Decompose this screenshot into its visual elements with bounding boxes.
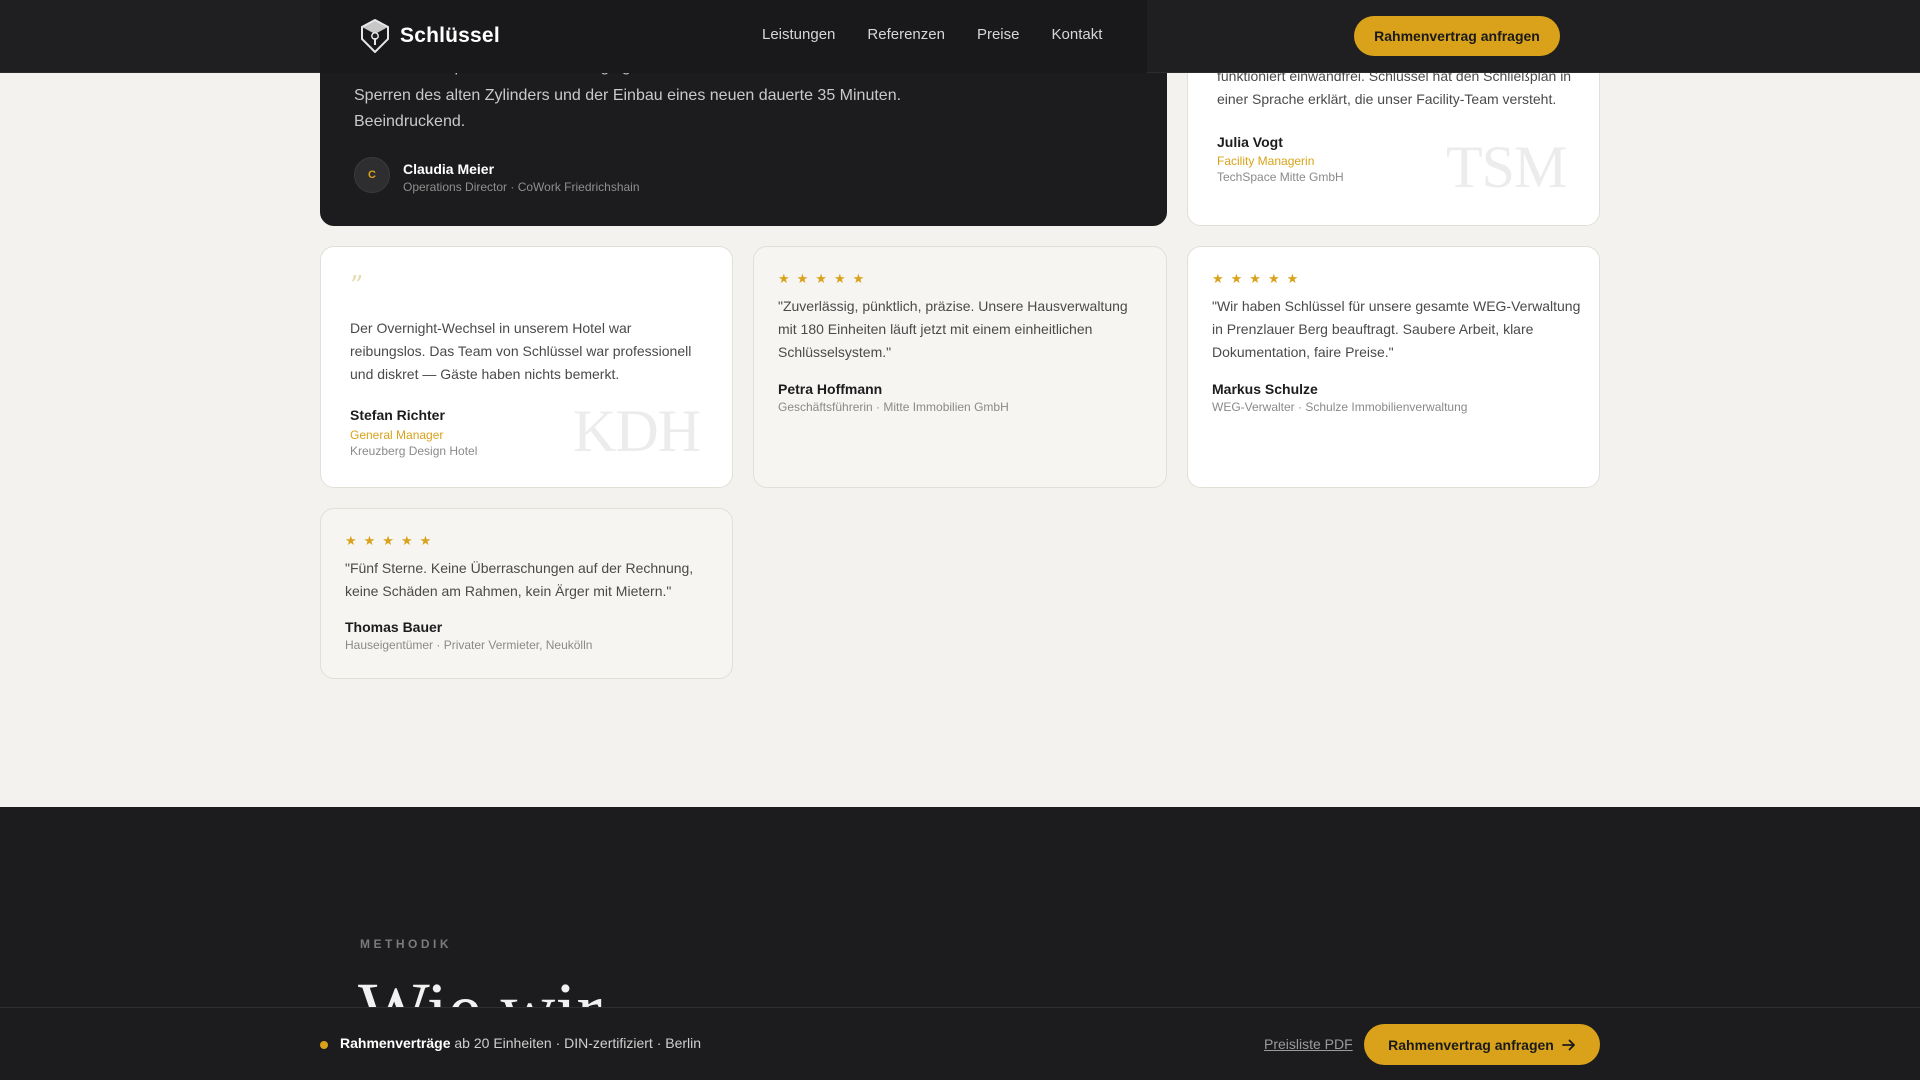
avatar: C	[354, 157, 390, 193]
bottombar-strong: Rahmenverträge	[340, 1035, 451, 1051]
nav-link-leistungen[interactable]: Leistungen	[762, 26, 835, 43]
author-meta: Geschäftsführerin · Mitte Immobilien Gmb…	[778, 400, 1009, 414]
nav-link-referenzen[interactable]: Referenzen	[867, 26, 945, 43]
company-monogram: KDH	[573, 398, 701, 464]
sticky-cta-bar: Rahmenverträge ab 20 Einheiten · DIN-zer…	[0, 1007, 1920, 1080]
testimonial-card-thomas: ★★★★★ "Fünf Sterne. Keine Überraschungen…	[320, 508, 733, 679]
testimonial-quote: "Fünf Sterne. Keine Überraschungen auf d…	[345, 560, 694, 599]
brand-name: Schlüssel	[400, 24, 500, 47]
testimonial-card-markus: ★★★★★ "Wir haben Schlüssel für unsere ge…	[1187, 246, 1600, 488]
featured-quote: Sperren des alten Zylinders und der Einb…	[354, 87, 902, 130]
bottombar-details: ab 20 Einheiten · DIN-zertifiziert · Ber…	[450, 1035, 702, 1051]
star-rating: ★★★★★	[778, 271, 872, 286]
testimonial-card-kdh: ” Der Overnight-Wechsel in unserem Hotel…	[320, 246, 733, 488]
author-name: Claudia Meier	[403, 161, 495, 177]
testimonial-card-petra: ★★★★★ "Zuverlässig, pünktlich, präzise. …	[753, 246, 1167, 488]
star-rating: ★★★★★	[345, 533, 439, 548]
section-eyebrow: METHODIK	[360, 937, 452, 951]
bottombar-text: Rahmenverträge ab 20 Einheiten · DIN-zer…	[340, 1035, 701, 1051]
testimonial-quote: Der Overnight-Wechsel in unserem Hotel w…	[350, 320, 692, 382]
author-name: Thomas Bauer	[345, 619, 443, 635]
author-meta: WEG-Verwalter · Schulze Immobilienverwal…	[1212, 400, 1468, 414]
bottombar-cta-button[interactable]: Rahmenvertrag anfragen	[1364, 1024, 1600, 1065]
author-company: TechSpace Mitte GmbH	[1217, 170, 1344, 184]
brand[interactable]: Schlüssel	[360, 18, 500, 54]
bottombar-cta-label: Rahmenvertrag anfragen	[1388, 1036, 1554, 1053]
author-meta: Hauseigentümer · Privater Vermieter, Neu…	[345, 638, 593, 652]
testimonial-quote: "Wir haben Schlüssel für unsere gesamte …	[1212, 298, 1581, 360]
key-shield-icon	[360, 19, 390, 53]
author-company: Kreuzberg Design Hotel	[350, 444, 478, 458]
author-meta: Operations Director · CoWork Friedrichsh…	[403, 180, 640, 194]
author-name: Petra Hoffmann	[778, 381, 883, 397]
company-monogram: TSM	[1446, 134, 1567, 200]
price-list-pdf-link[interactable]: Preisliste PDF	[1264, 1036, 1353, 1052]
nav-link-preise[interactable]: Preise	[977, 26, 1020, 43]
main-nav: Leistungen Referenzen Preise Kontakt	[762, 26, 1102, 43]
quote-mark-icon: ”	[350, 271, 364, 301]
arrow-right-icon	[1561, 1039, 1575, 1050]
author-name: Stefan Richter	[350, 407, 445, 423]
nav-link-kontakt[interactable]: Kontakt	[1052, 26, 1103, 43]
author-role: Facility Managerin	[1217, 154, 1315, 168]
header-cta-button[interactable]: Rahmenvertrag anfragen	[1354, 16, 1560, 56]
author-role: General Manager	[350, 428, 444, 442]
author-name: Markus Schulze	[1212, 381, 1318, 397]
author-name: Julia Vogt	[1217, 134, 1283, 150]
status-dot-icon	[320, 1041, 328, 1049]
site-header: Schlüssel Leistungen Referenzen Preise K…	[0, 0, 1920, 73]
testimonial-quote: "Zuverlässig, pünktlich, präzise. Unsere…	[778, 298, 1128, 360]
star-rating: ★★★★★	[1212, 271, 1306, 286]
